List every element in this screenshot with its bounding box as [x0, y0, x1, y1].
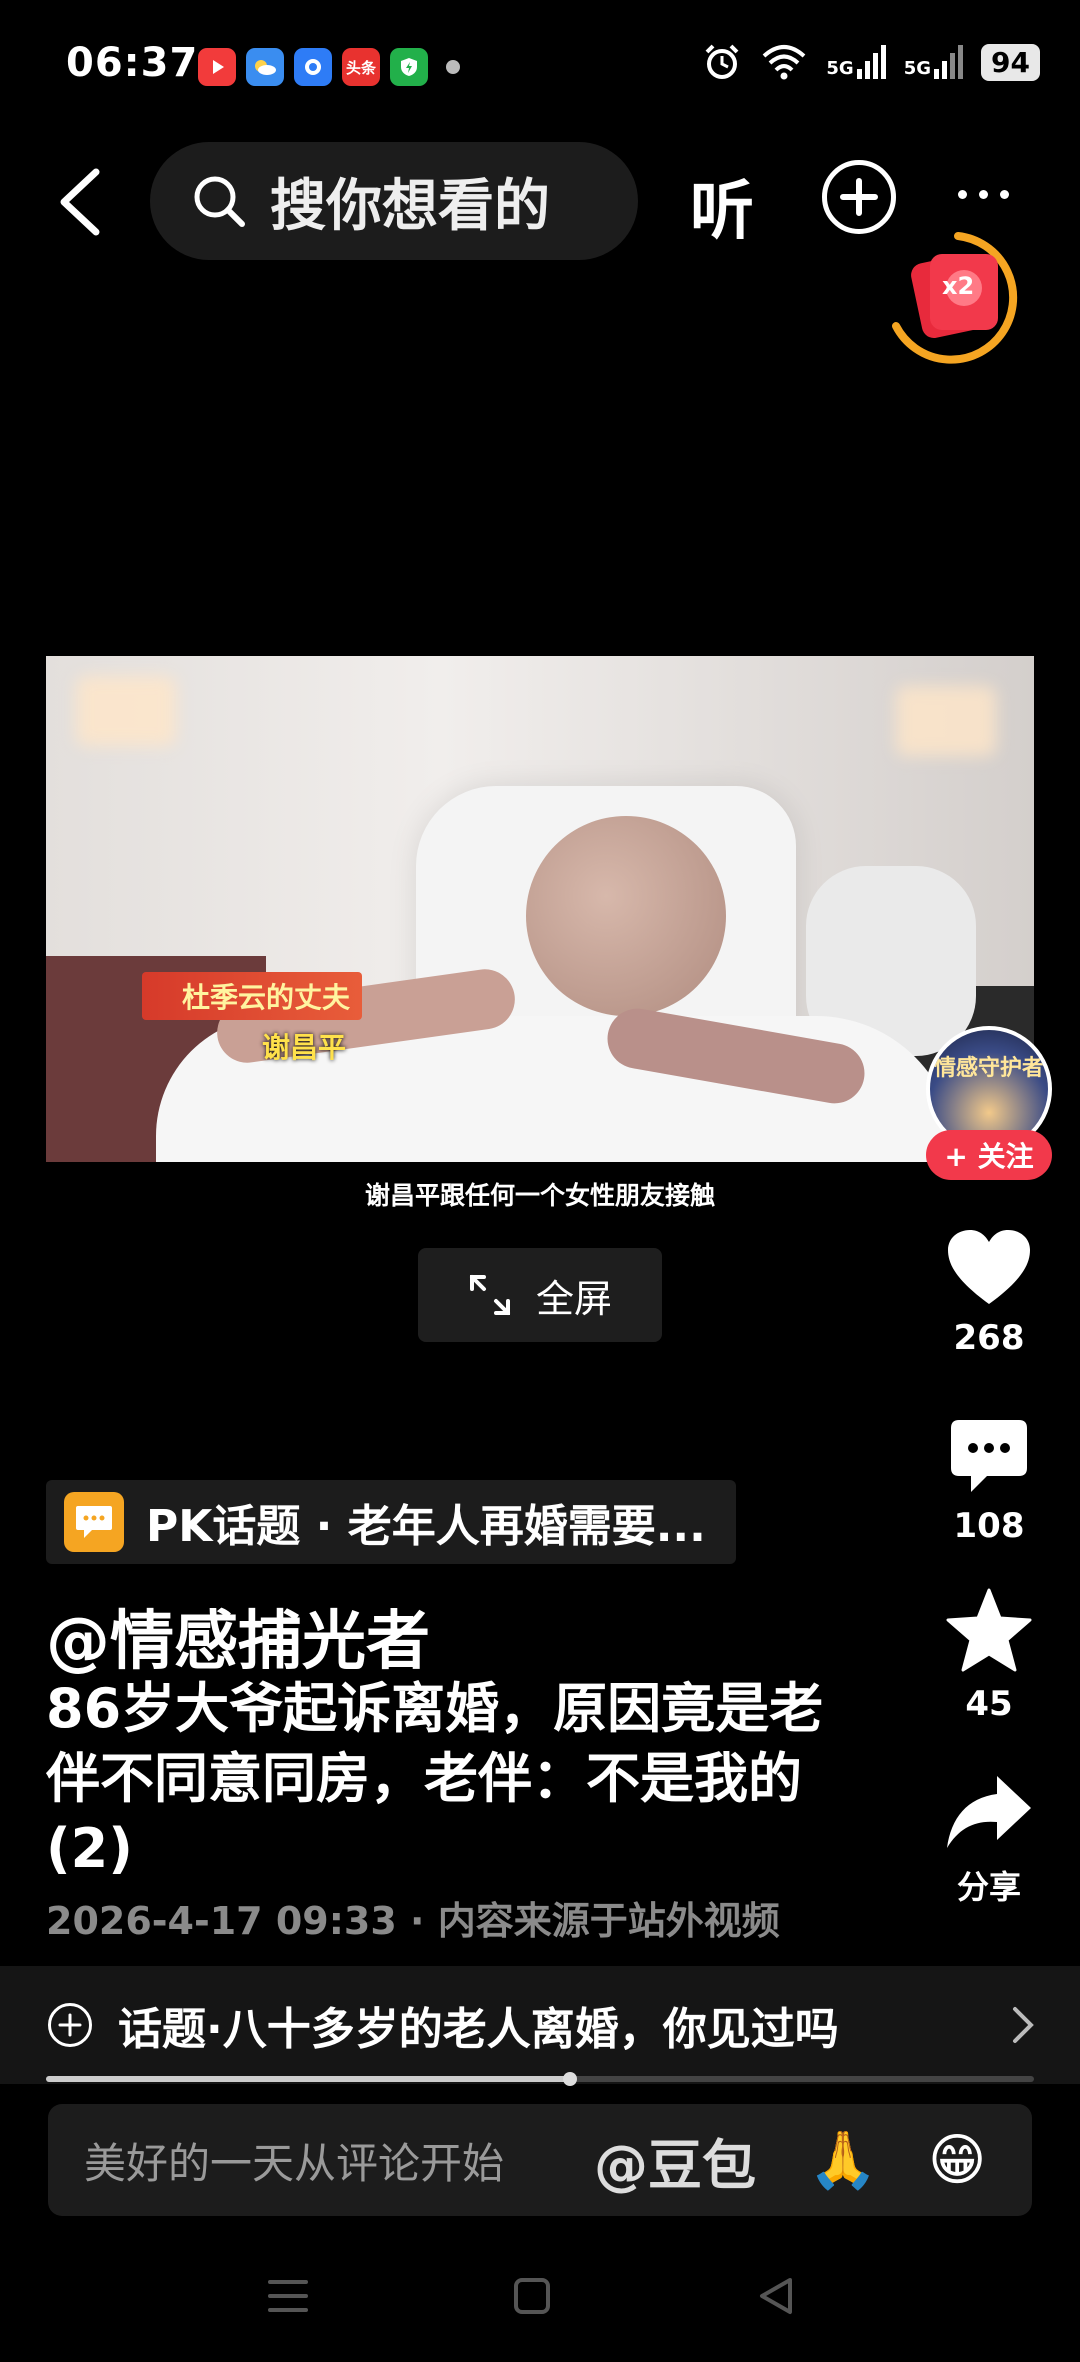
- progress-fill: [46, 2076, 570, 2082]
- comment-count: 108: [953, 1506, 1025, 1546]
- browser-app-icon: [294, 48, 332, 86]
- signal-icon-2: 5G: [903, 45, 964, 79]
- pray-emoji-button[interactable]: 🙏: [808, 2127, 878, 2193]
- weather-app-icon: [246, 48, 284, 86]
- comment-input[interactable]: 美好的一天从评论开始 @豆包 🙏 😁: [48, 2104, 1032, 2216]
- video-subtitle: 谢昌平跟任何一个女性朋友接触: [364, 1181, 715, 1210]
- more-dot-icon: [979, 190, 988, 199]
- video-person-head: [526, 816, 726, 1016]
- comment-button[interactable]: 108: [930, 1416, 1048, 1546]
- video-name-caption: 杜季云的丈夫 谢昌平: [142, 972, 363, 1066]
- video-lamp-left: [76, 676, 176, 746]
- menu-icon[interactable]: [266, 2276, 310, 2316]
- fullscreen-label: 全屏: [535, 1276, 612, 1321]
- mention-doubao-button[interactable]: @豆包: [594, 2121, 756, 2200]
- fullscreen-button[interactable]: 全屏: [418, 1248, 662, 1342]
- video-app-icon: [198, 48, 236, 86]
- more-options-button[interactable]: [958, 190, 1009, 199]
- status-right: 5G 5G 94: [702, 42, 1040, 82]
- topic-text: 话题·八十多岁的老人离婚，你见过吗: [118, 2004, 839, 2055]
- avatar-text: 情感守护者: [933, 1056, 1044, 1081]
- home-icon[interactable]: [512, 2276, 552, 2316]
- comment-icon: [951, 1420, 1027, 1492]
- pk-topic-tag[interactable]: PK话题 · 老年人再婚需要...: [46, 1480, 736, 1564]
- battery-indicator: 94: [981, 43, 1040, 81]
- more-dot-icon: [1000, 190, 1009, 199]
- pk-chat-icon: [64, 1492, 124, 1552]
- wifi-icon: [763, 45, 806, 80]
- share-arrow-icon: [947, 1776, 1031, 1848]
- more-dot-icon: [958, 190, 967, 199]
- share-button[interactable]: 分享: [930, 1772, 1048, 1908]
- alarm-icon: [705, 44, 739, 79]
- author-name[interactable]: @情感捕光者: [46, 1590, 430, 1682]
- post-meta: 2026-4-17 09:33 · 内容来源于站外视频: [46, 1899, 780, 1943]
- video-lamp-right: [896, 686, 996, 756]
- system-navigation-bar: [0, 2250, 1080, 2362]
- back-arrow-icon[interactable]: [52, 166, 108, 238]
- search-bar[interactable]: 搜你想看的: [150, 142, 638, 260]
- search-icon: [194, 176, 245, 227]
- star-icon: [946, 1588, 1032, 1672]
- topic-plus-icon: [48, 2003, 92, 2047]
- pk-topic-text: PK话题 · 老年人再婚需要...: [146, 1501, 706, 1552]
- favorite-count: 45: [965, 1684, 1013, 1724]
- video-player[interactable]: 杜季云的丈夫 谢昌平: [46, 656, 1034, 1162]
- signal-icon-1: 5G: [826, 45, 886, 79]
- caption-name: 谢昌平: [262, 1031, 347, 1064]
- red-packet-multiplier: x2: [942, 272, 975, 300]
- favorite-button[interactable]: 45: [930, 1588, 1048, 1724]
- back-triangle-icon[interactable]: [756, 2276, 796, 2316]
- grin-emoji-button[interactable]: 😁: [928, 2128, 986, 2193]
- network-type-2: 5G: [903, 58, 932, 79]
- network-type-1: 5G: [826, 58, 854, 79]
- like-count: 268: [953, 1318, 1025, 1358]
- add-button[interactable]: [822, 160, 896, 234]
- post-description: 86岁大爷起诉离婚，原因竟是老伴不同意同房，老伴：不是我的 (2): [46, 1677, 824, 1880]
- more-notifications-dot: [446, 60, 460, 74]
- toutiao-app-icon: 头条: [342, 48, 380, 86]
- video-progress-bar[interactable]: [46, 2072, 1034, 2086]
- red-packet-reward-button[interactable]: x2: [886, 226, 1030, 370]
- status-bar: 06:37 头条 5G 5G 94: [0, 0, 1080, 130]
- search-placeholder: 搜你想看的: [270, 173, 550, 239]
- share-label: 分享: [956, 1868, 1021, 1906]
- security-app-icon: [390, 48, 428, 86]
- status-time: 06:37: [66, 40, 199, 86]
- expand-icon: [469, 1275, 510, 1315]
- comment-placeholder: 美好的一天从评论开始: [84, 2138, 505, 2188]
- topic-bar[interactable]: 话题·八十多岁的老人离婚，你见过吗: [0, 1966, 1080, 2084]
- progress-knob[interactable]: [562, 2072, 577, 2086]
- listen-button[interactable]: 听: [690, 160, 754, 252]
- heart-icon: [948, 1230, 1030, 1304]
- like-button[interactable]: 268: [930, 1228, 1048, 1358]
- plus-icon: [840, 178, 878, 216]
- notification-app-icons: 头条: [198, 48, 460, 86]
- chevron-right-icon: [1013, 2007, 1034, 2043]
- follow-button[interactable]: + 关注: [926, 1130, 1052, 1180]
- caption-title: 杜季云的丈夫: [142, 972, 363, 1020]
